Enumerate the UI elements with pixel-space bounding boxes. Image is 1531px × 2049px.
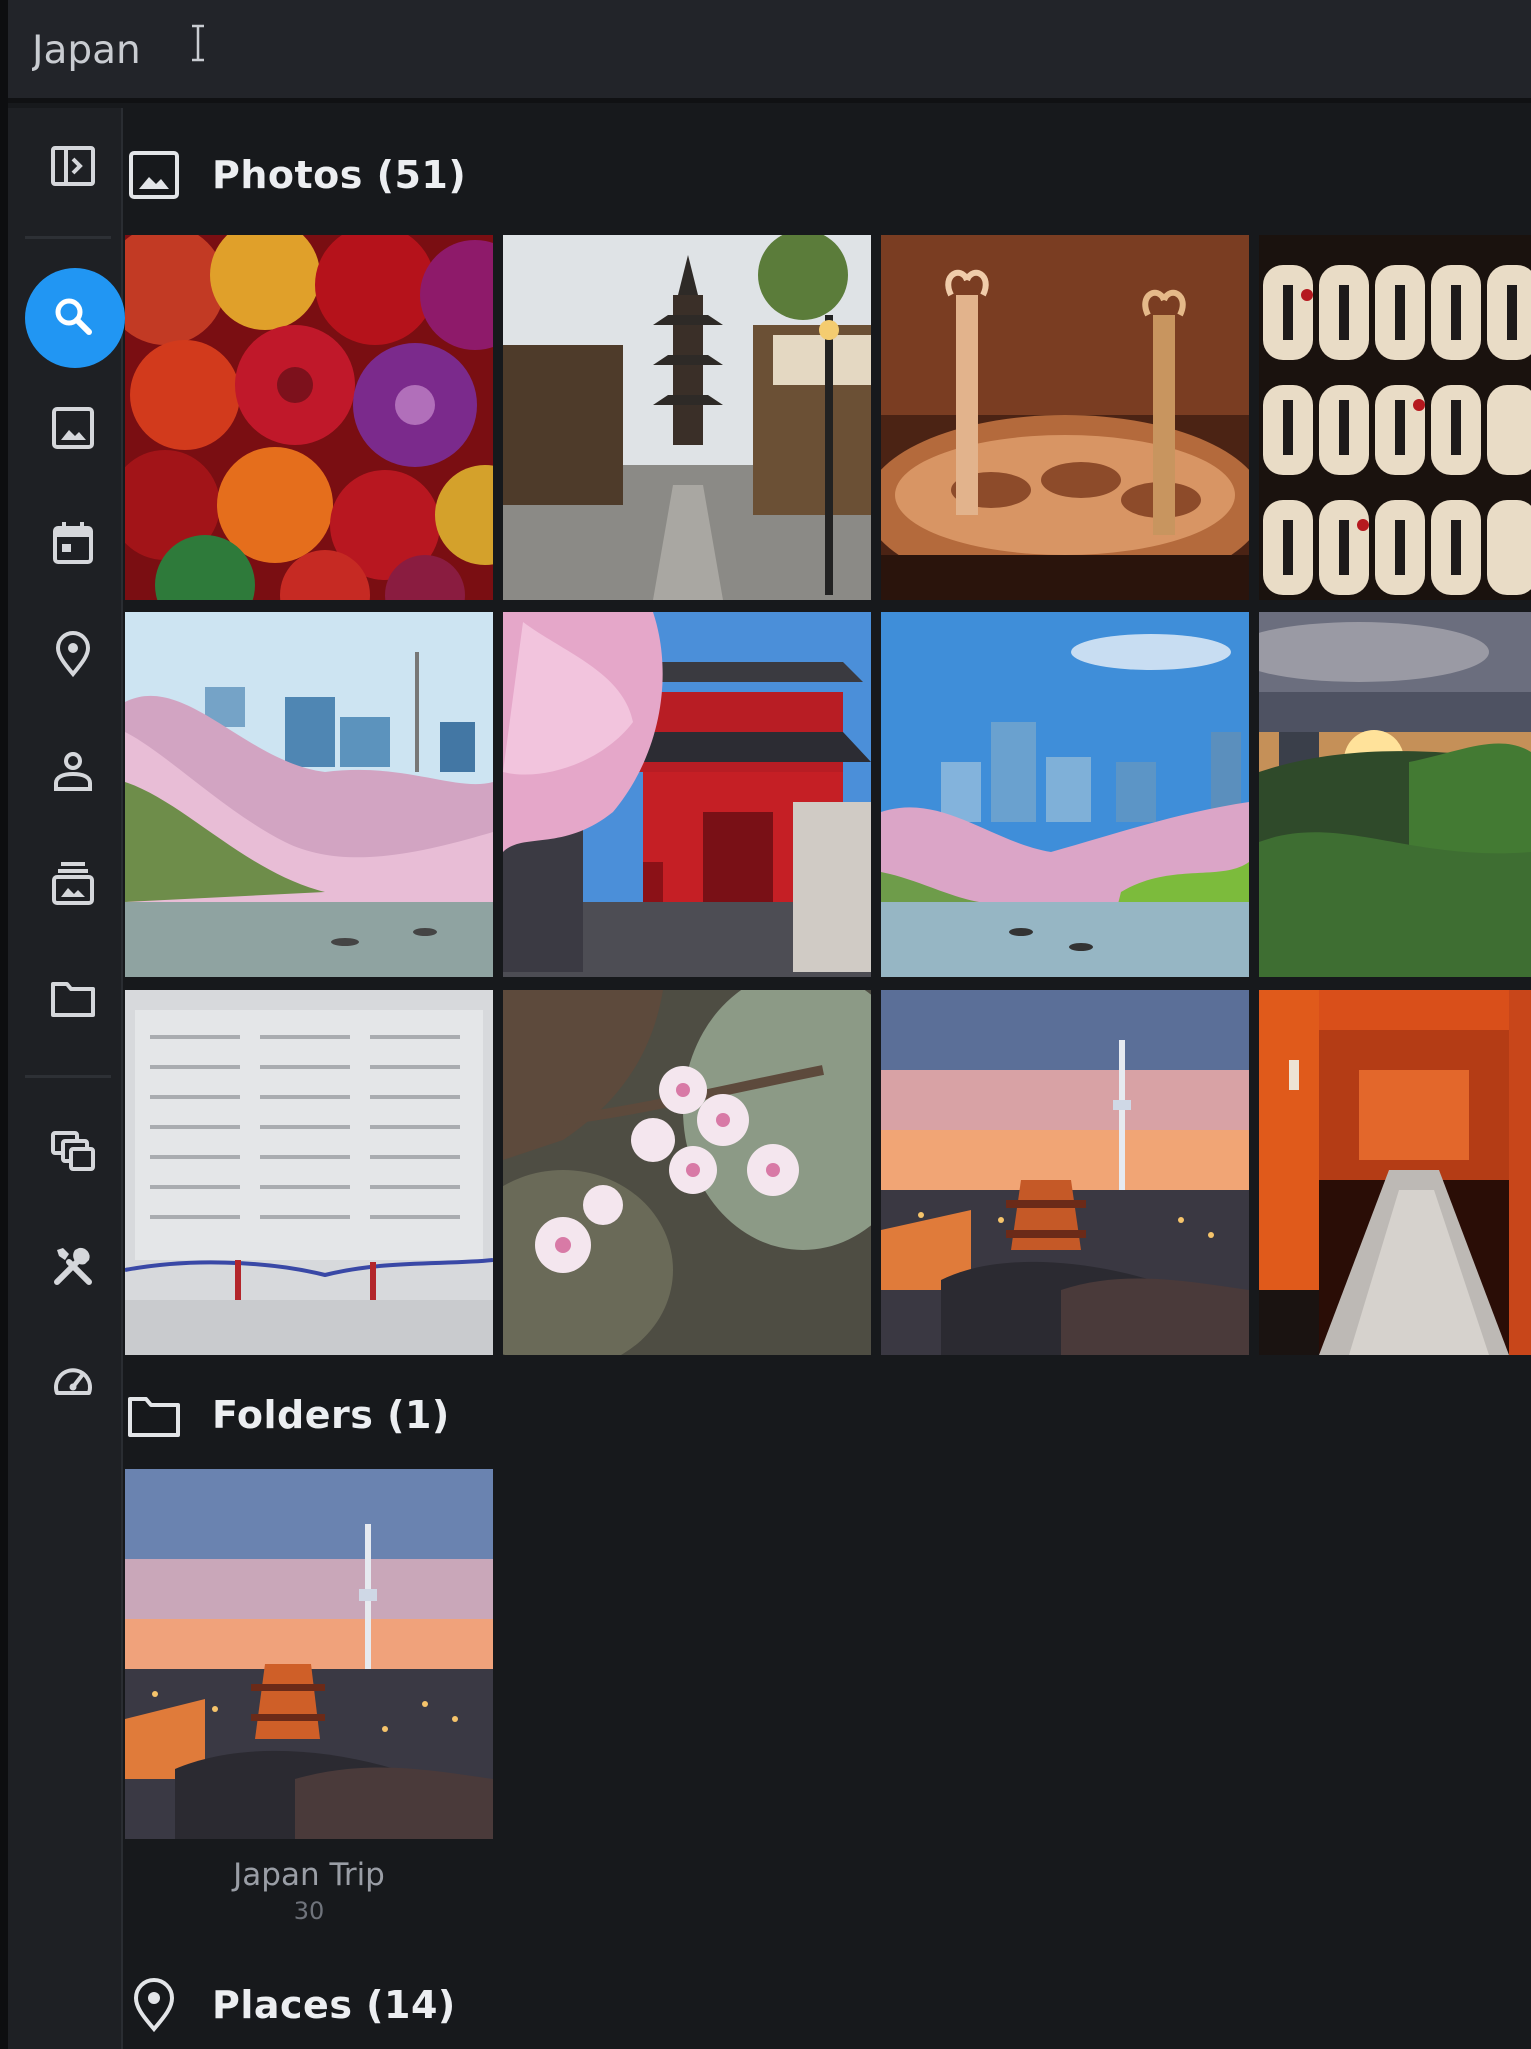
- folders-section-title: Folders (1): [212, 1393, 450, 1437]
- person-icon: [49, 747, 97, 795]
- image-icon: [49, 404, 97, 452]
- photo-grid: [125, 235, 1531, 1355]
- sidebar-item-search[interactable]: [25, 268, 125, 368]
- sidebar: [8, 108, 125, 2049]
- folder-thumbnail[interactable]: [125, 1469, 493, 1839]
- places-section-header: Places (14): [126, 1970, 456, 2040]
- folder-icon: [126, 1387, 182, 1443]
- sidebar-item-places[interactable]: [25, 606, 121, 702]
- photo-thumbnail[interactable]: [125, 990, 493, 1355]
- sidebar-divider: [25, 1075, 111, 1078]
- sidebar-item-tools[interactable]: [25, 1218, 121, 1314]
- photo-thumbnail[interactable]: [1259, 235, 1531, 600]
- image-icon: [126, 147, 182, 203]
- map-pin-icon: [49, 630, 97, 678]
- folder-icon: [49, 974, 97, 1022]
- photos-section-header: Photos (51): [126, 140, 466, 210]
- stacked-images-icon: [49, 1127, 97, 1175]
- text-cursor-icon: [192, 24, 204, 62]
- search-bar: [8, 0, 1531, 103]
- sidebar-item-calendar[interactable]: [25, 495, 121, 591]
- sidebar-item-duplicates[interactable]: [25, 1103, 121, 1199]
- sidebar-item-albums[interactable]: [25, 835, 121, 931]
- sidebar-item-photos[interactable]: [25, 380, 121, 476]
- photo-thumbnail[interactable]: [125, 612, 493, 977]
- photo-thumbnail[interactable]: [125, 235, 493, 600]
- photo-thumbnail[interactable]: [503, 990, 871, 1355]
- sidebar-item-folders[interactable]: [25, 950, 121, 1046]
- calendar-icon: [49, 519, 97, 567]
- search-input[interactable]: [32, 22, 1232, 78]
- photo-thumbnail[interactable]: [1259, 612, 1531, 977]
- map-pin-icon: [126, 1977, 182, 2033]
- sidebar-toggle-button[interactable]: [25, 118, 121, 214]
- search-icon: [49, 292, 97, 340]
- photo-thumbnail[interactable]: [1259, 990, 1531, 1355]
- window-edge: [0, 0, 8, 2049]
- places-section-title: Places (14): [212, 1983, 456, 2027]
- sidebar-item-dashboard[interactable]: [25, 1333, 121, 1429]
- album-icon: [49, 859, 97, 907]
- photos-section-title: Photos (51): [212, 153, 467, 197]
- photo-thumbnail[interactable]: [881, 990, 1249, 1355]
- photo-thumbnail[interactable]: [503, 235, 871, 600]
- folder-card[interactable]: Japan Trip 30: [125, 1469, 493, 1925]
- photo-thumbnail[interactable]: [881, 612, 1249, 977]
- photo-thumbnail[interactable]: [881, 235, 1249, 600]
- sidebar-divider: [25, 236, 111, 239]
- photo-thumbnail[interactable]: [503, 612, 871, 977]
- gauge-icon: [49, 1357, 97, 1405]
- sidebar-item-people[interactable]: [25, 723, 121, 819]
- tools-icon: [49, 1242, 97, 1290]
- folder-count: 30: [293, 1897, 325, 1925]
- folders-section-header: Folders (1): [126, 1380, 450, 1450]
- sidebar-toggle-icon: [49, 142, 97, 190]
- folder-name: Japan Trip: [233, 1857, 385, 1893]
